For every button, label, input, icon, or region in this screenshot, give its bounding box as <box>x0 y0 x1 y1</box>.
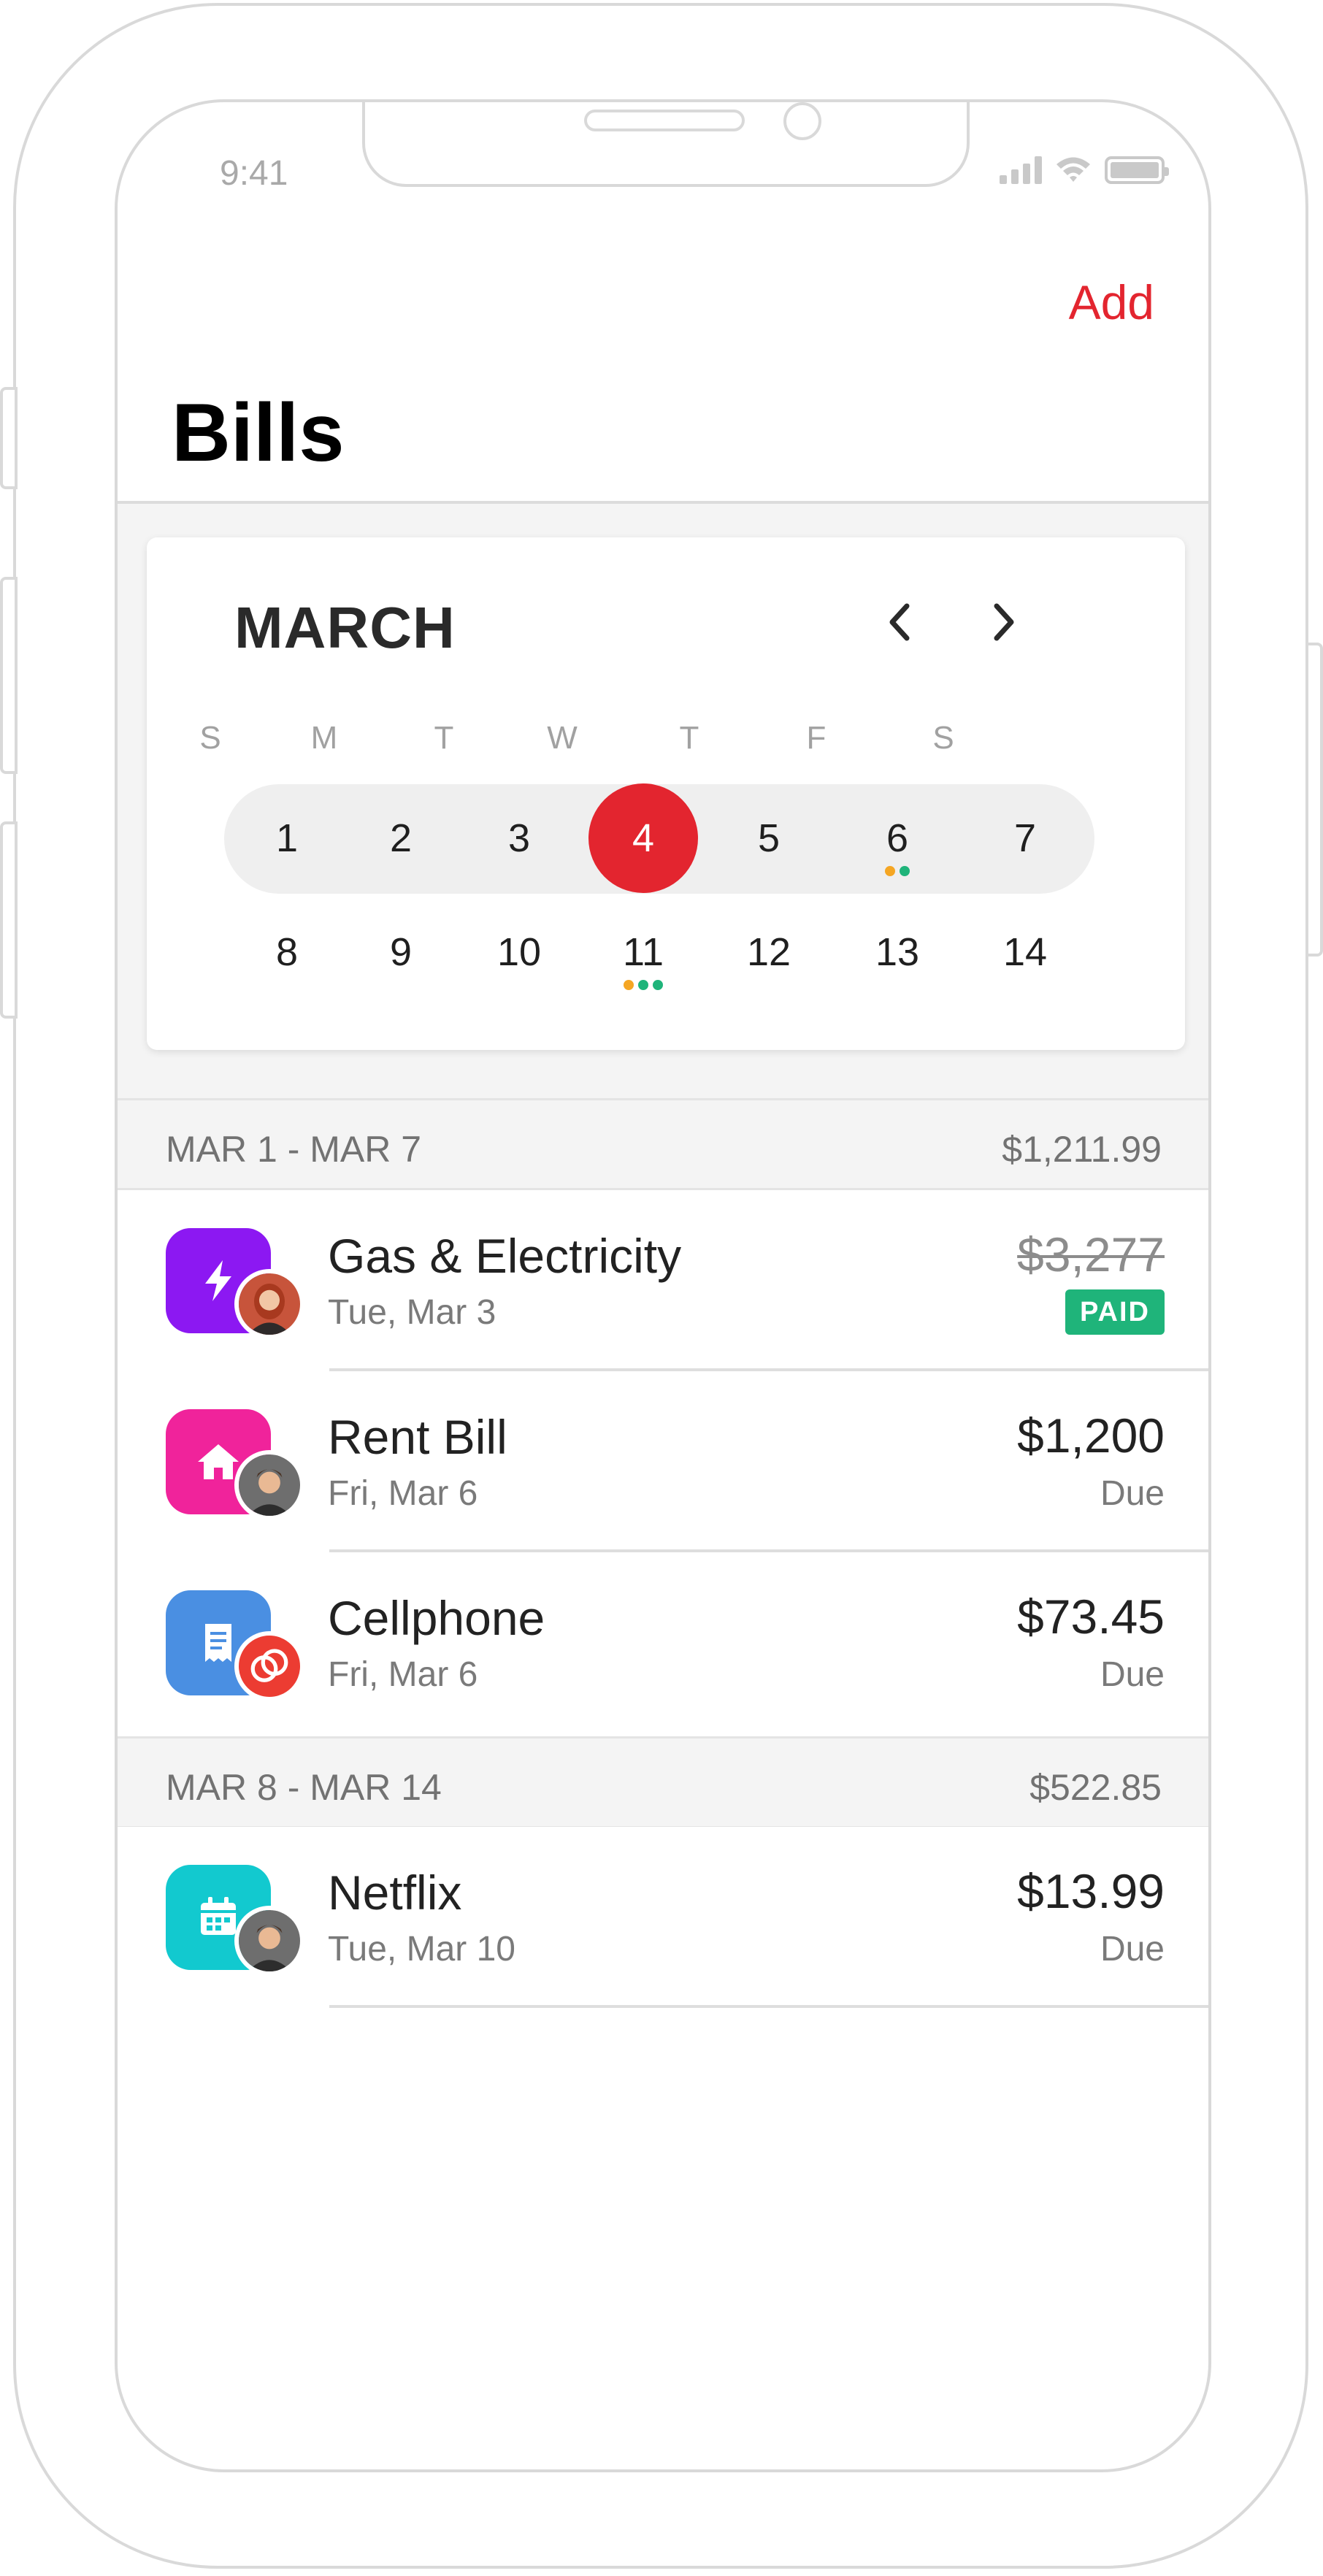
wifi-icon <box>1057 157 1090 182</box>
paid-status-badge: PAID <box>1065 1289 1165 1335</box>
bill-title: Netflix <box>328 1866 462 1920</box>
cellular-signal-icon <box>1000 156 1042 184</box>
bill-due-date: Fri, Mar 6 <box>328 1655 478 1694</box>
bill-dots <box>592 980 694 990</box>
bill-due-date: Tue, Mar 3 <box>328 1293 496 1332</box>
page-title: Bills <box>172 387 345 478</box>
calendar-day[interactable]: 8 <box>236 916 338 989</box>
app-screen: 9:41 Add Bills MARCH S M T W T F S 1 2 3… <box>115 99 1211 2472</box>
bill-due-date: Tue, Mar 10 <box>328 1930 515 1969</box>
calendar-day[interactable]: 11 <box>592 916 694 990</box>
bill-dot-orange <box>624 980 634 990</box>
bill-status: Due <box>1100 1655 1165 1694</box>
weekday-label: F <box>806 720 827 756</box>
calendar-day[interactable]: 2 <box>350 802 452 875</box>
bill-status: Due <box>1100 1930 1165 1969</box>
bill-title: Cellphone <box>328 1591 545 1645</box>
speaker-grille <box>584 110 745 131</box>
notch <box>362 102 970 187</box>
section-date-range: MAR 1 - MAR 7 <box>166 1129 422 1170</box>
weekday-label: W <box>547 720 578 756</box>
bill-title: Gas & Electricity <box>328 1229 682 1283</box>
volume-up-button <box>0 577 18 774</box>
avatar <box>234 1906 304 1976</box>
calendar-day[interactable]: 7 <box>974 802 1076 875</box>
calendar-card: MARCH S M T W T F S 1 2 3 4 5 6 7 8 9 10… <box>147 537 1185 1050</box>
status-icons <box>1000 155 1169 184</box>
previous-month-button[interactable] <box>877 600 921 644</box>
calendar-day[interactable]: 3 <box>468 802 570 875</box>
chevron-right-icon <box>994 603 1014 641</box>
bill-due-date: Fri, Mar 6 <box>328 1474 478 1513</box>
power-button <box>1305 643 1323 957</box>
calendar-day[interactable]: 14 <box>974 916 1076 989</box>
bill-row-rent[interactable]: Rent Bill Fri, Mar 6 $1,200 Due <box>118 1371 1208 1552</box>
add-button[interactable]: Add <box>1069 275 1154 330</box>
bill-row-netflix[interactable]: Netflix Tue, Mar 10 $13.99 Due <box>118 1827 1208 2008</box>
weekday-label: M <box>310 720 338 756</box>
chevron-left-icon <box>889 603 910 641</box>
bill-amount: $13.99 <box>1017 1864 1165 1918</box>
calendar-day[interactable]: 13 <box>846 916 948 989</box>
calendar-day[interactable]: 10 <box>468 916 570 989</box>
calendar-day[interactable]: 9 <box>350 916 452 989</box>
bill-amount: $3,277 <box>1017 1227 1165 1281</box>
mute-switch <box>0 387 18 489</box>
bill-title: Rent Bill <box>328 1410 507 1464</box>
section-header-week-1: MAR 1 - MAR 7 $1,211.99 <box>118 1098 1208 1190</box>
avatar <box>234 1269 304 1339</box>
section-header-week-2: MAR 8 - MAR 14 $522.85 <box>118 1736 1208 1828</box>
calendar-day-selected[interactable]: 4 <box>588 783 698 893</box>
bill-dot-green <box>653 980 663 990</box>
bill-dots <box>846 866 948 876</box>
bill-dot-green <box>638 980 648 990</box>
bill-row-gas-electricity[interactable]: Gas & Electricity Tue, Mar 3 $3,277 PAID <box>118 1190 1208 1371</box>
section-total: $1,211.99 <box>1002 1129 1162 1170</box>
calendar-month: MARCH <box>234 595 456 660</box>
bill-amount: $1,200 <box>1017 1408 1165 1463</box>
next-month-button[interactable] <box>983 600 1027 644</box>
provider-logo-icon <box>234 1631 304 1701</box>
section-total: $522.85 <box>1029 1767 1162 1808</box>
calendar-day[interactable]: 1 <box>236 802 338 875</box>
calendar-day[interactable]: 6 <box>846 802 948 876</box>
status-time: 9:41 <box>220 154 288 193</box>
weekday-header: S M T W T F S <box>196 720 1116 764</box>
volume-down-button <box>0 821 18 1019</box>
bill-row-cellphone[interactable]: Cellphone Fri, Mar 6 $73.45 Due <box>118 1552 1208 1733</box>
section-date-range: MAR 8 - MAR 14 <box>166 1767 442 1808</box>
calendar-day[interactable]: 12 <box>718 916 820 989</box>
calendar-day[interactable]: 5 <box>718 802 820 875</box>
row-divider <box>329 2005 1208 2008</box>
weekday-label: T <box>434 720 454 756</box>
bill-status: Due <box>1100 1474 1165 1513</box>
bill-dot-green <box>900 866 910 876</box>
bill-dot-orange <box>885 866 895 876</box>
weekday-label: T <box>679 720 699 756</box>
battery-icon <box>1105 156 1169 184</box>
weekday-label: S <box>932 720 954 756</box>
bill-amount: $73.45 <box>1017 1590 1165 1644</box>
front-camera <box>783 102 821 140</box>
weekday-label: S <box>199 720 221 756</box>
avatar <box>234 1450 304 1520</box>
